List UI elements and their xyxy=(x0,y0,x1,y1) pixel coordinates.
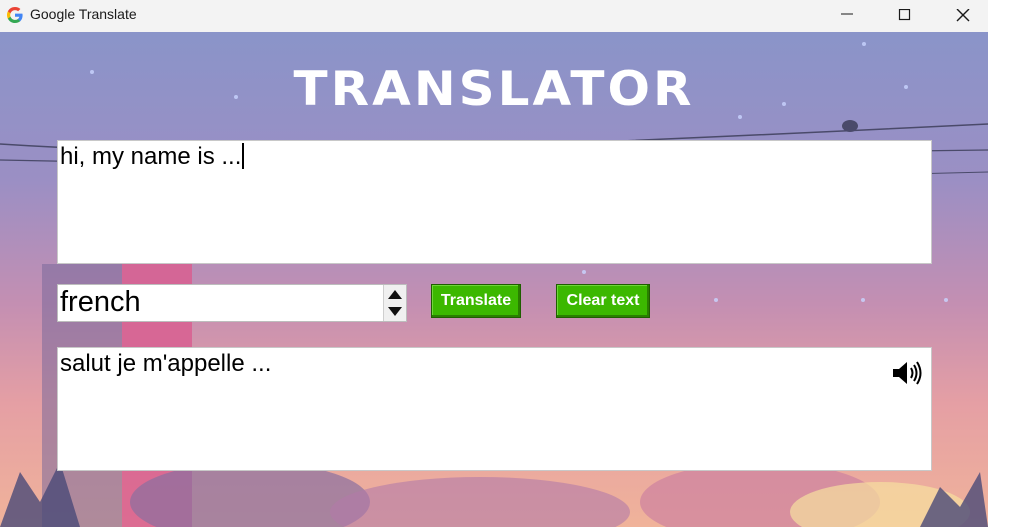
translator-panel: TRANSLATOR hi, my name is ... french Tra… xyxy=(0,32,988,527)
triangle-up-icon xyxy=(388,290,402,299)
translated-text-output: salut je m'appelle ... xyxy=(57,347,932,471)
triangle-down-icon xyxy=(388,307,402,316)
language-spinner[interactable] xyxy=(383,285,406,321)
app-window: Google Translate TRANSLATOR hi, my name … xyxy=(0,0,988,527)
source-text-value: hi, my name is ... xyxy=(60,143,245,171)
window-title: Google Translate xyxy=(30,6,137,22)
speaker-icon[interactable] xyxy=(892,360,924,386)
maximize-button[interactable] xyxy=(876,0,934,32)
maximize-icon xyxy=(898,9,911,21)
close-button[interactable] xyxy=(934,0,988,32)
target-language-value: french xyxy=(60,286,141,318)
google-g-icon xyxy=(7,7,23,23)
app-heading: TRANSLATOR xyxy=(293,61,695,117)
source-text-input[interactable]: hi, my name is ... xyxy=(57,140,932,264)
target-language-select[interactable]: french xyxy=(57,284,407,322)
text-caret xyxy=(242,143,245,169)
minimize-button[interactable] xyxy=(818,0,876,32)
clear-text-button[interactable]: Clear text xyxy=(556,284,650,318)
translate-button[interactable]: Translate xyxy=(431,284,521,318)
spin-down-button[interactable] xyxy=(384,303,406,321)
spin-up-button[interactable] xyxy=(384,285,406,303)
close-icon xyxy=(956,9,970,22)
title-bar[interactable]: Google Translate xyxy=(0,0,988,32)
minimize-icon xyxy=(841,13,853,15)
translated-text-value: salut je m'appelle ... xyxy=(60,350,272,377)
